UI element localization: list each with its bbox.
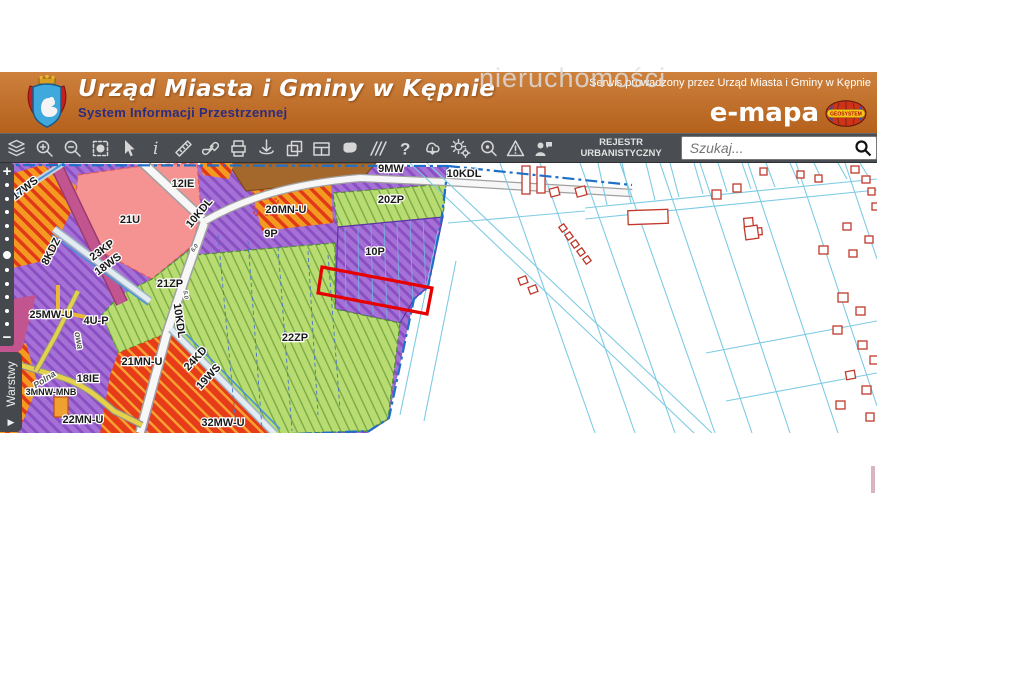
map-canvas[interactable]: 17WS12IE21U10KDL9MW10KDL20MN-U9P20ZP10P8… bbox=[0, 163, 877, 433]
register-urbanistyczny-button[interactable]: REJESTR URBANISTYCZNY bbox=[571, 137, 670, 159]
zoom-level-dot[interactable] bbox=[5, 322, 9, 326]
building-outline bbox=[872, 203, 877, 210]
building-outline bbox=[733, 184, 741, 192]
zoom-level-dot[interactable] bbox=[5, 282, 9, 286]
zoom-level-dot[interactable] bbox=[5, 309, 9, 313]
emapa-brand[interactable]: e-mapa GEOSYSTEM bbox=[710, 98, 867, 128]
svg-text:?: ? bbox=[400, 139, 410, 158]
measure-icon[interactable] bbox=[169, 134, 197, 162]
service-note: Serwis prowadzony przez Urząd Miasta i G… bbox=[589, 77, 871, 89]
info-icon[interactable]: i bbox=[142, 134, 170, 162]
building-outline bbox=[843, 223, 851, 230]
building-outline bbox=[518, 276, 528, 285]
building-outline bbox=[849, 250, 857, 257]
building-outline bbox=[836, 401, 845, 409]
svg-text:i: i bbox=[153, 139, 158, 159]
search-object-icon[interactable] bbox=[474, 134, 502, 162]
building-outline bbox=[862, 386, 871, 394]
page-subtitle: System Informacji Przestrzennej bbox=[78, 105, 495, 120]
building-outline bbox=[571, 240, 579, 248]
download-marker-icon[interactable] bbox=[252, 134, 280, 162]
building-outline bbox=[744, 225, 759, 240]
building-outline bbox=[797, 171, 804, 178]
building-outline bbox=[760, 168, 767, 175]
zoom-in-icon[interactable] bbox=[31, 134, 59, 162]
building-outline bbox=[819, 246, 828, 254]
building-outline bbox=[862, 176, 870, 183]
page: Urząd Miasta i Gminy w Kępnie System Inf… bbox=[0, 0, 1024, 683]
svg-text:GEOSYSTEM: GEOSYSTEM bbox=[830, 111, 862, 117]
copy-view-icon[interactable] bbox=[280, 134, 308, 162]
zoom-level-dot[interactable] bbox=[5, 197, 9, 201]
zoom-control-bar: + − bbox=[0, 163, 14, 346]
pointer-icon[interactable] bbox=[114, 134, 142, 162]
building-outline bbox=[866, 413, 874, 421]
feedback-user-icon[interactable] bbox=[530, 134, 558, 162]
zoom-level-dot[interactable] bbox=[5, 183, 9, 187]
building-outline bbox=[870, 356, 877, 364]
layout-panels-icon[interactable] bbox=[308, 134, 336, 162]
report-issue-icon[interactable] bbox=[502, 134, 530, 162]
chevron-right-icon: ▶ bbox=[8, 417, 15, 428]
select-area-icon[interactable] bbox=[86, 134, 114, 162]
search-icon[interactable] bbox=[854, 139, 872, 157]
zoom-level-dot[interactable] bbox=[5, 268, 9, 272]
geosystem-globe-icon: GEOSYSTEM bbox=[825, 100, 867, 127]
building-outline bbox=[577, 248, 585, 256]
building-outline bbox=[845, 370, 855, 379]
settings-gears-icon[interactable] bbox=[447, 134, 475, 162]
zone-orange-rect-1 bbox=[54, 397, 68, 417]
browser-white-strip bbox=[0, 0, 877, 72]
emapa-logo-text: e-mapa bbox=[710, 98, 819, 128]
building-outline bbox=[522, 166, 530, 194]
app-header: Urząd Miasta i Gminy w Kępnie System Inf… bbox=[0, 72, 877, 134]
zoom-out-icon[interactable] bbox=[58, 134, 86, 162]
zoom-level-dot[interactable] bbox=[3, 251, 11, 259]
layers-panel-tab[interactable]: Warstwy ▶ bbox=[0, 352, 22, 432]
building-outline bbox=[583, 256, 591, 264]
building-outline bbox=[559, 224, 567, 232]
building-outline bbox=[528, 285, 538, 294]
layers-tab-label: Warstwy bbox=[4, 361, 18, 407]
search-input[interactable] bbox=[682, 137, 866, 159]
polygon-note-icon[interactable] bbox=[336, 134, 364, 162]
cloud-download-icon[interactable] bbox=[419, 134, 447, 162]
zoom-level-dot[interactable] bbox=[5, 210, 9, 214]
link-icon[interactable] bbox=[197, 134, 225, 162]
building-outline bbox=[628, 209, 668, 224]
building-outline bbox=[851, 166, 859, 173]
zoom-out-button[interactable]: − bbox=[3, 329, 12, 346]
page-title: Urząd Miasta i Gminy w Kępnie bbox=[78, 76, 495, 102]
building-outline bbox=[858, 341, 867, 349]
zoom-level-dots bbox=[3, 180, 11, 329]
layers-icon[interactable] bbox=[3, 134, 31, 162]
search-box bbox=[681, 136, 877, 160]
building-outline bbox=[815, 175, 822, 182]
zoom-level-dot[interactable] bbox=[5, 295, 9, 299]
zoom-level-dot[interactable] bbox=[5, 224, 9, 228]
help-icon[interactable]: ? bbox=[391, 134, 419, 162]
hatch-lines-icon[interactable] bbox=[363, 134, 391, 162]
building-outline bbox=[865, 236, 873, 243]
print-icon[interactable] bbox=[225, 134, 253, 162]
building-outline bbox=[549, 187, 560, 197]
zoom-in-button[interactable]: + bbox=[3, 163, 12, 180]
map-toolbar: i ? REJESTR URBANISTYCZNY bbox=[0, 133, 877, 163]
scrollbar-artifact bbox=[871, 466, 875, 493]
building-outline bbox=[537, 167, 545, 193]
city-crest-logo bbox=[24, 75, 70, 129]
building-outline bbox=[838, 293, 848, 302]
building-outline bbox=[856, 307, 865, 315]
building-outline bbox=[712, 190, 721, 199]
zoom-level-dot[interactable] bbox=[5, 237, 9, 241]
building-outline bbox=[868, 188, 875, 195]
building-outline bbox=[575, 186, 587, 197]
building-outline bbox=[833, 326, 842, 334]
building-outline bbox=[565, 232, 573, 240]
